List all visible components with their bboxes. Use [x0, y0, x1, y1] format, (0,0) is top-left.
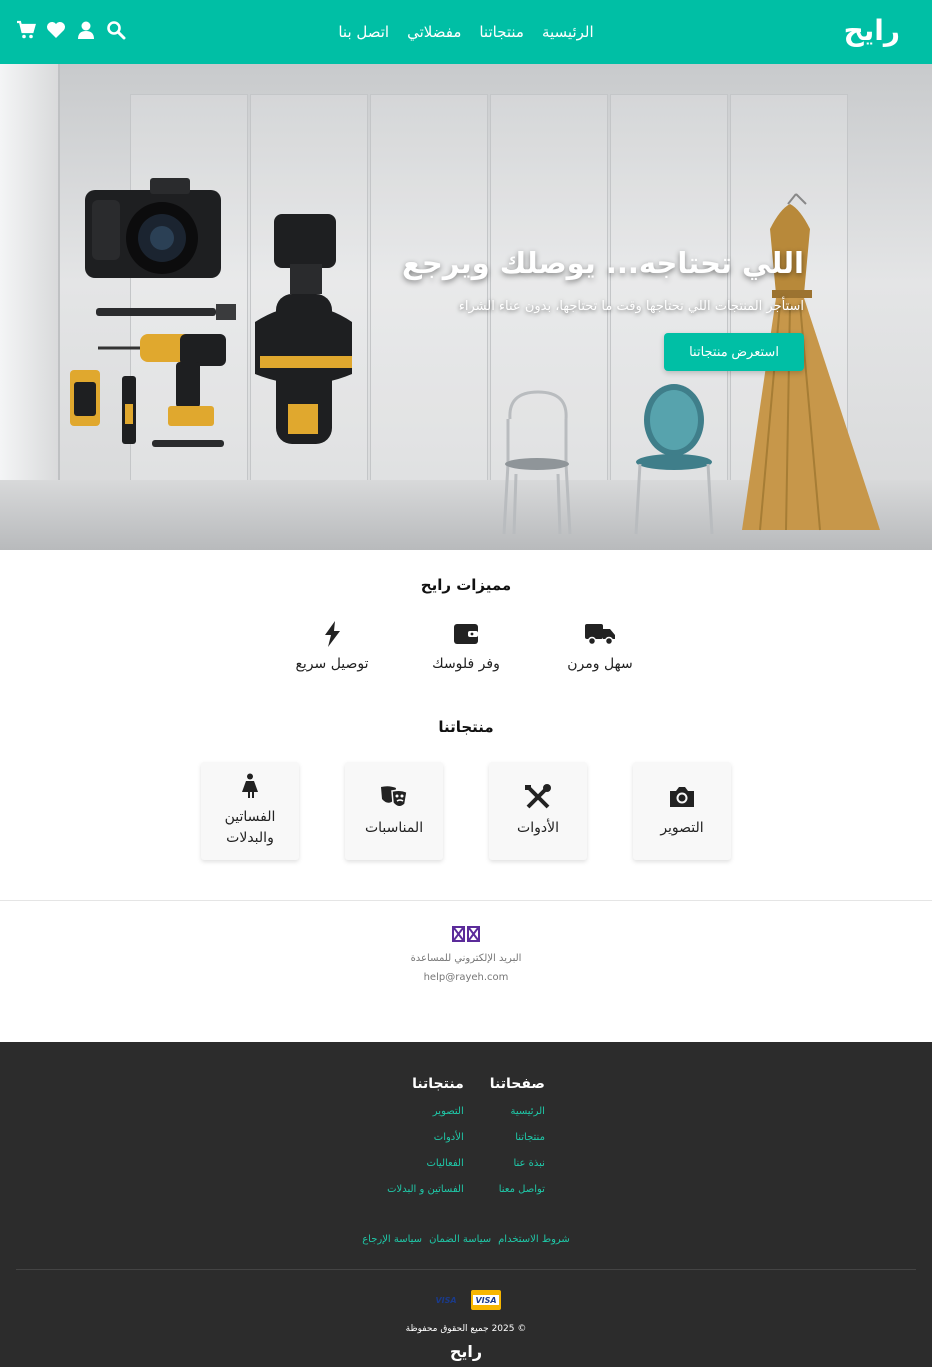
- footer-pages-title: صفحاتنا: [489, 1076, 545, 1092]
- section-divider: [0, 900, 932, 901]
- contact-icons: [0, 926, 932, 942]
- category-card-dresses[interactable]: الفساتين والبدلات: [201, 762, 299, 860]
- feature-item: وفر فلوسك: [423, 620, 509, 672]
- nav-products[interactable]: منتجاتنا: [479, 23, 524, 41]
- copyright: © 2025 جميع الحقوق محفوظة: [405, 1324, 527, 1334]
- missing-glyph-icon: [452, 926, 465, 942]
- drill-illustration: [98, 334, 226, 426]
- wallet-icon: [450, 620, 482, 648]
- rotary-tool-illustration: [255, 214, 352, 444]
- products-title: منتجاتنا: [438, 718, 494, 736]
- cart-icon[interactable]: [16, 20, 36, 40]
- visa-logo-icon: VISA: [435, 1295, 457, 1305]
- footer-columns: صفحاتنا الرئيسية منتجاتنا نبذة عنا تواصل…: [0, 1076, 932, 1210]
- blue-chair-illustration: [634, 384, 714, 535]
- footer-link[interactable]: نبذة عنا: [490, 1158, 545, 1169]
- tools-icon: [523, 783, 553, 810]
- browse-products-button[interactable]: استعرض منتجاتنا: [664, 333, 804, 371]
- product-categories: التصوير الأدوات المناسبات الفساتين والبد…: [0, 762, 932, 860]
- header-icons: [16, 20, 126, 40]
- nav-favorites[interactable]: مفضلاتي: [407, 23, 461, 41]
- footer-policies: شروط الاستخدام سياسة الضمان سياسة الإرجا…: [0, 1234, 932, 1245]
- user-icon[interactable]: [76, 20, 96, 40]
- visa-card-icon: VISA: [471, 1290, 501, 1310]
- footer-products-column: منتجاتنا التصوير الأدوات الفعاليات الفسا…: [387, 1076, 464, 1210]
- site-header: رايح الرئيسية منتجاتنا مفضلاتي اتصل بنا: [0, 0, 932, 64]
- category-label: المناسبات: [364, 819, 424, 836]
- site-footer: صفحاتنا الرئيسية منتجاتنا نبذة عنا تواصل…: [0, 1042, 932, 1367]
- payment-methods: VISA VISA: [0, 1290, 932, 1310]
- feature-label: توصيل سريع: [295, 656, 369, 672]
- person-dress-icon: [235, 773, 265, 799]
- feature-label: سهل ومرن: [567, 656, 633, 672]
- feature-label: وفر فلوسك: [432, 656, 500, 672]
- features-title: مميزات رايح: [420, 576, 512, 594]
- category-card-events[interactable]: المناسبات: [345, 762, 443, 860]
- main-nav: الرئيسية منتجاتنا مفضلاتي اتصل بنا: [0, 0, 932, 64]
- category-card-photography[interactable]: التصوير: [633, 762, 731, 860]
- hero-subtitle: استأجر المنتجات اللي تحتاجها وقت ما تحتا…: [458, 299, 804, 314]
- masks-icon: [379, 784, 409, 810]
- contact-label: البريد الإلكتروني للمساعدة: [410, 953, 522, 964]
- feature-item: سهل ومرن: [557, 620, 643, 672]
- features-list: سهل ومرن وفر فلوسك توصيل سريع: [0, 620, 932, 672]
- truck-icon: [584, 620, 616, 648]
- footer-link[interactable]: الرئيسية: [490, 1106, 544, 1117]
- feature-item: توصيل سريع: [289, 620, 375, 672]
- footer-products-title: منتجاتنا: [412, 1076, 464, 1092]
- footer-link[interactable]: الفساتين و البدلات: [387, 1184, 464, 1195]
- hero-banner: اللي تحتاجه... يوصلك ويرجع استأجر المنتج…: [0, 64, 932, 550]
- missing-glyph-icon: [467, 926, 480, 942]
- footer-link[interactable]: التصوير: [387, 1106, 464, 1117]
- footer-pages-column: صفحاتنا الرئيسية منتجاتنا نبذة عنا تواصل…: [490, 1076, 545, 1210]
- nav-home[interactable]: الرئيسية: [542, 23, 594, 41]
- category-label: الفساتين والبدلات: [224, 809, 276, 846]
- footer-link[interactable]: الفعاليات: [387, 1158, 463, 1169]
- footer-logo: رايح: [449, 1342, 483, 1361]
- contact-email[interactable]: help@rayeh.com: [0, 972, 932, 983]
- footer-link[interactable]: الأدوات: [387, 1132, 464, 1143]
- policy-link[interactable]: شروط الاستخدام: [498, 1234, 570, 1245]
- policy-link[interactable]: سياسة الإرجاع: [362, 1234, 422, 1245]
- policy-link[interactable]: سياسة الضمان: [429, 1234, 491, 1245]
- footer-link[interactable]: منتجاتنا: [490, 1132, 545, 1143]
- category-card-tools[interactable]: الأدوات: [489, 762, 587, 860]
- hero-title: اللي تحتاجه... يوصلك ويرجع: [402, 246, 804, 280]
- footer-link[interactable]: تواصل معنا: [490, 1184, 545, 1195]
- heart-icon[interactable]: [46, 20, 66, 40]
- category-label: التصوير: [660, 819, 704, 836]
- nav-contact[interactable]: اتصل بنا: [338, 23, 389, 41]
- camera-illustration: [85, 178, 221, 278]
- camera-icon: [667, 784, 697, 810]
- category-label: الأدوات: [517, 819, 559, 836]
- chisel-illustration: [96, 308, 216, 316]
- bolt-icon: [316, 620, 348, 648]
- search-icon[interactable]: [106, 20, 126, 40]
- footer-divider: [16, 1269, 916, 1270]
